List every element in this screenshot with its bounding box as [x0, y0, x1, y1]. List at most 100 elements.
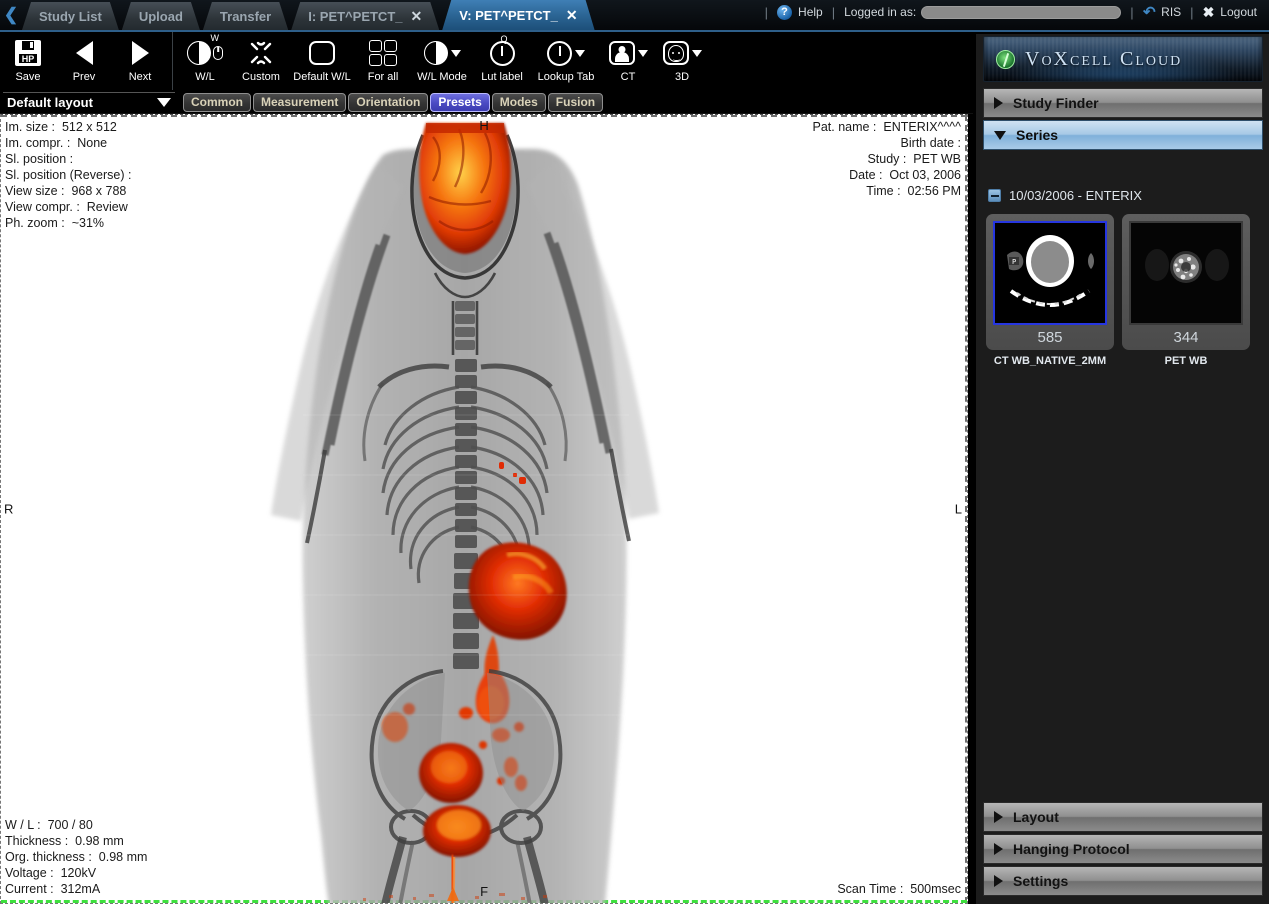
logout-button[interactable]: Logout: [1220, 5, 1257, 19]
overlay-line: Im. size : 512 x 512: [5, 120, 117, 134]
overlay-line: Ph. zoom : ~31%: [5, 216, 105, 230]
threed-button[interactable]: 3D: [655, 32, 709, 90]
sidebar-section-settings[interactable]: Settings: [983, 866, 1263, 896]
default-wl-button[interactable]: Default W/L: [289, 32, 355, 90]
overlay-line: Im. compr. : None: [5, 136, 108, 150]
ris-button[interactable]: RIS: [1161, 5, 1181, 19]
tab-upload[interactable]: Upload: [122, 2, 200, 30]
chevron-down-icon[interactable]: [450, 49, 461, 57]
toolbar-secondary-row: Default layout Common Measurement Orient…: [0, 90, 973, 114]
sidebar-section-series[interactable]: Series: [983, 120, 1263, 150]
overlay-line: Sl. position (Reverse) :: [5, 168, 132, 182]
preset-tab-label: Measurement: [261, 95, 339, 109]
sidebar-section-study-finder[interactable]: Study Finder: [983, 88, 1263, 118]
custom-burst-icon: [247, 35, 275, 71]
ct-button[interactable]: CT: [601, 32, 655, 90]
section-label: Study Finder: [1013, 95, 1099, 111]
sidebar-section-hanging-protocol[interactable]: Hanging Protocol: [983, 834, 1263, 864]
chevron-down-icon[interactable]: [691, 49, 702, 57]
for-all-button[interactable]: For all: [355, 32, 411, 90]
layout-select[interactable]: Default layout: [3, 92, 175, 112]
close-icon[interactable]: ✕: [411, 9, 423, 23]
person-icon: [608, 35, 648, 71]
button-label: Save: [15, 71, 41, 83]
button-label: For all: [367, 71, 399, 83]
preset-tab-strip: Common Measurement Orientation Presets M…: [183, 92, 604, 112]
logout-icon[interactable]: ✖: [1203, 4, 1215, 21]
tab-orientation[interactable]: Orientation: [348, 92, 429, 112]
orientation-marker-feet: F: [480, 884, 489, 899]
tab-presets[interactable]: Presets: [430, 92, 490, 112]
tab-common[interactable]: Common: [183, 92, 251, 112]
overlay-line: W / L : 700 / 80: [5, 818, 93, 832]
petct-fusion-image[interactable]: [263, 115, 668, 903]
tab-modes[interactable]: Modes: [491, 92, 546, 112]
overlay-line: Thickness : 0.98 mm: [5, 834, 124, 848]
overlay-line: Birth date :: [900, 136, 961, 150]
series-description: CT WB_NATIVE_2MM: [993, 355, 1107, 367]
series-card[interactable]: 344: [1122, 214, 1250, 350]
tab-measurement[interactable]: Measurement: [253, 92, 347, 112]
lut-superscript: Q: [500, 34, 508, 44]
face-3d-icon: [662, 35, 702, 71]
top-tab-bar: ❮ Study List Upload Transfer I: PET^PETC…: [0, 0, 1269, 32]
orientation-marker-head: H: [479, 118, 489, 133]
preset-tab-label: Presets: [438, 95, 482, 109]
lut-label-button[interactable]: Q Lut label: [473, 32, 531, 90]
custom-button[interactable]: Custom: [233, 32, 289, 90]
button-label: Custom: [242, 71, 280, 83]
logged-in-user-field: [921, 5, 1122, 19]
overlay-line: View compr. : Review: [5, 200, 128, 214]
logged-in-label: Logged in as:: [844, 5, 917, 19]
help-button[interactable]: Help: [798, 5, 823, 19]
button-label: W/L: [195, 71, 215, 83]
series-item-pet[interactable]: 344 PET WB: [1122, 214, 1250, 367]
sidebar-section-layout[interactable]: Layout: [983, 802, 1263, 832]
tab-transfer[interactable]: Transfer: [203, 2, 288, 30]
section-label: Layout: [1013, 809, 1059, 825]
image-viewport[interactable]: Im. size : 512 x 512 Im. compr. : None Sl.…: [0, 114, 968, 904]
preset-tab-label: Common: [191, 95, 243, 109]
burst-svg: [250, 41, 272, 65]
triangle-left-icon: [75, 35, 93, 71]
button-label: 3D: [674, 71, 690, 83]
file-nav-group: HP Save Prev Next: [0, 32, 168, 90]
overlay-line: Current : 312mA: [5, 882, 101, 896]
chevron-down-icon[interactable]: [157, 98, 171, 107]
button-label: CT: [620, 71, 636, 83]
button-label: Lut label: [481, 71, 523, 83]
wl-superscript: W: [210, 33, 220, 43]
series-item-ct[interactable]: P 585 CT WB_NATIVE_2MM: [986, 214, 1114, 367]
tab-study-list[interactable]: Study List: [22, 2, 119, 30]
overlay-line: Scan Time : 500msec: [837, 882, 961, 896]
refresh-ris-icon[interactable]: ↷: [1143, 3, 1156, 21]
study-tree-node[interactable]: 10/03/2006 - ENTERIX: [988, 188, 1142, 203]
save-button[interactable]: HP Save: [0, 32, 56, 90]
tab-label: Study List: [39, 8, 102, 24]
chevron-down-icon[interactable]: [575, 49, 585, 57]
chevron-left-icon[interactable]: ❮: [0, 0, 22, 30]
chevron-right-icon: [994, 811, 1003, 823]
series-card[interactable]: P 585: [986, 214, 1114, 350]
close-icon[interactable]: ✕: [566, 8, 578, 22]
series-image-count: 585: [1037, 329, 1063, 346]
brand-title: VoXcell Cloud: [1025, 47, 1183, 70]
wl-mode-button[interactable]: W/L Mode: [411, 32, 473, 90]
help-icon[interactable]: ?: [777, 4, 793, 20]
orientation-marker-right: R: [4, 501, 14, 517]
separator: |: [831, 4, 836, 20]
wl-button[interactable]: W W/L: [177, 32, 233, 90]
next-button[interactable]: Next: [112, 32, 168, 90]
brand-header: VoXcell Cloud: [983, 36, 1263, 82]
series-thumbnail-pet[interactable]: [1129, 221, 1243, 325]
lookup-tab-button[interactable]: Lookup Tab: [531, 32, 601, 90]
prev-button[interactable]: Prev: [56, 32, 112, 90]
tab-view-petct[interactable]: V: PET^PETCT_ ✕: [442, 0, 594, 30]
tab-image-petct[interactable]: I: PET^PETCT_ ✕: [291, 2, 439, 30]
scan-render-svg: [271, 123, 659, 903]
chevron-down-icon[interactable]: [637, 49, 648, 57]
series-thumbnail-ct[interactable]: P: [993, 221, 1107, 325]
minus-box-icon[interactable]: [988, 189, 1001, 202]
overlay-line: Voltage : 120kV: [5, 866, 97, 880]
tab-fusion[interactable]: Fusion: [547, 92, 604, 112]
